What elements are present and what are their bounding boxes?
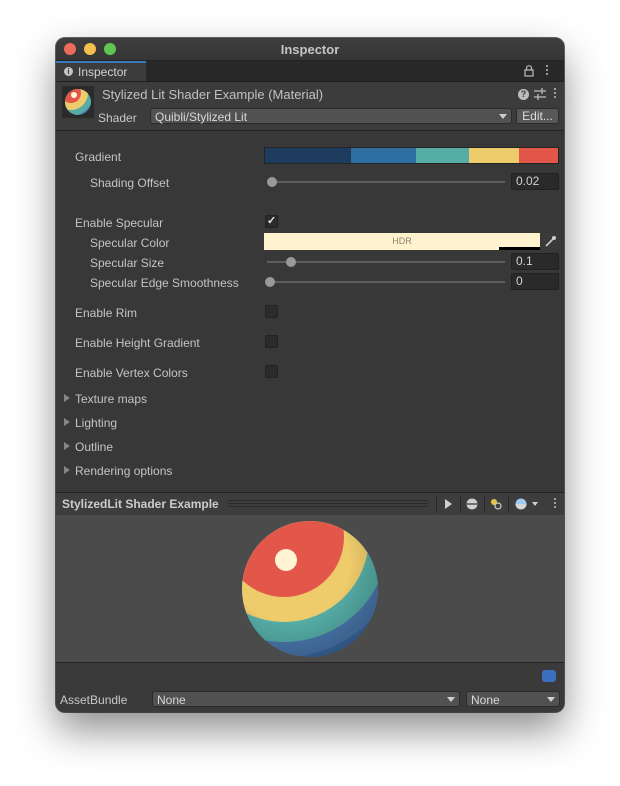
enable-rim-label: Enable Rim	[75, 306, 138, 320]
sphere-icon	[466, 498, 478, 510]
assetbundle-variant-value: None	[471, 693, 500, 707]
play-button[interactable]	[436, 495, 458, 513]
hdr-tag: HDR	[392, 236, 412, 246]
lock-icon[interactable]	[524, 65, 534, 77]
gradient-stop	[351, 148, 416, 163]
sliders-icon[interactable]	[534, 88, 546, 100]
foldout-lighting[interactable]: Lighting	[75, 416, 117, 430]
preview-background-dropdown[interactable]	[508, 495, 544, 513]
enable-height-gradient-label: Enable Height Gradient	[75, 336, 200, 350]
material-preview[interactable]	[56, 515, 564, 662]
kebab-menu-icon[interactable]	[546, 65, 549, 76]
assetbundle-label: AssetBundle	[60, 693, 128, 707]
gradient-stop	[265, 148, 352, 163]
shader-dropdown-value: Quibli/Stylized Lit	[155, 110, 248, 124]
info-icon: i	[64, 67, 73, 76]
foldout-rendering-options[interactable]: Rendering options	[75, 464, 172, 478]
tab-inspector[interactable]: i Inspector	[56, 61, 146, 81]
chevron-down-icon	[447, 697, 455, 702]
preview-mesh-button[interactable]	[460, 495, 482, 513]
shader-dropdown[interactable]: Quibli/Stylized Lit	[150, 108, 512, 124]
specular-edge-slider[interactable]	[267, 281, 505, 283]
shading-offset-slider-thumb[interactable]	[266, 177, 277, 187]
specular-edge-slider-thumb[interactable]	[265, 277, 275, 287]
assetbundle-value: None	[157, 693, 186, 707]
play-icon	[445, 499, 452, 509]
specular-size-slider[interactable]	[267, 261, 505, 263]
shader-label: Shader	[98, 111, 137, 125]
tab-bar: i Inspector	[56, 61, 564, 82]
preview-header[interactable]: StylizedLit Shader Example	[56, 492, 564, 516]
assetbundle-dropdown[interactable]: None	[152, 691, 460, 707]
checkmark-icon: ✓	[267, 215, 277, 227]
specular-size-field[interactable]: 0.1	[511, 253, 559, 270]
shading-offset-label: Shading Offset	[90, 176, 170, 190]
preview-menu-icon[interactable]	[554, 498, 557, 509]
enable-vertex-colors-label: Enable Vertex Colors	[75, 366, 188, 380]
label-icon[interactable]	[542, 670, 556, 682]
foldout-outline[interactable]: Outline	[75, 440, 113, 454]
material-name: Stylized Lit Shader Example (Material)	[102, 87, 324, 102]
enable-rim-checkbox[interactable]	[265, 305, 278, 318]
assetbundle-footer: AssetBundle None None	[56, 662, 564, 712]
material-header: Stylized Lit Shader Example (Material) ?…	[56, 82, 564, 131]
lights-icon	[491, 499, 502, 510]
chevron-down-icon	[547, 697, 555, 702]
enable-vertex-colors-checkbox[interactable]	[265, 365, 278, 378]
inspector-window: Inspector i Inspector Stylized Lit Shade…	[56, 38, 564, 712]
preview-sphere	[242, 521, 378, 657]
foldout-arrow-icon[interactable]	[64, 466, 70, 474]
preview-lights-button[interactable]	[484, 495, 506, 513]
alpha-bar	[499, 247, 540, 250]
edit-shader-button[interactable]: Edit...	[516, 108, 559, 124]
foldout-arrow-icon[interactable]	[64, 418, 70, 426]
foldout-texture-maps[interactable]: Texture maps	[75, 392, 147, 406]
gradient-stop	[519, 148, 558, 163]
material-menu-icon[interactable]	[554, 88, 557, 99]
enable-specular-checkbox[interactable]: ✓	[265, 215, 278, 228]
specular-size-label: Specular Size	[90, 256, 165, 270]
gradient-stop	[415, 148, 469, 163]
foldout-arrow-icon[interactable]	[64, 394, 70, 402]
specular-color-swatch[interactable]: HDR	[264, 233, 540, 250]
enable-specular-label: Enable Specular	[75, 216, 164, 230]
chevron-down-icon	[499, 114, 507, 119]
enable-height-gradient-checkbox[interactable]	[265, 335, 278, 348]
tab-inspector-label: Inspector	[78, 65, 128, 79]
assetbundle-variant-dropdown[interactable]: None	[466, 691, 560, 707]
window-title: Inspector	[280, 42, 340, 57]
foldout-arrow-icon[interactable]	[64, 442, 70, 450]
material-thumbnail	[62, 86, 94, 118]
gradient-label: Gradient	[75, 150, 122, 164]
gradient-stop	[468, 148, 520, 163]
drag-handle[interactable]	[228, 500, 428, 507]
shading-offset-slider[interactable]	[267, 181, 505, 183]
eyedropper-icon[interactable]	[542, 233, 559, 250]
specular-edge-field[interactable]: 0	[511, 273, 559, 290]
specular-size-slider-thumb[interactable]	[285, 257, 296, 267]
specular-color-label: Specular Color	[90, 236, 170, 250]
window-titlebar: Inspector	[56, 38, 564, 61]
gradient-field[interactable]	[264, 147, 559, 164]
sky-sphere-icon	[515, 498, 538, 510]
shading-offset-field[interactable]: 0.02	[511, 173, 559, 190]
specular-edge-label: Specular Edge Smoothness	[90, 276, 239, 290]
preview-title: StylizedLit Shader Example	[62, 497, 219, 511]
help-icon[interactable]: ?	[518, 89, 529, 100]
